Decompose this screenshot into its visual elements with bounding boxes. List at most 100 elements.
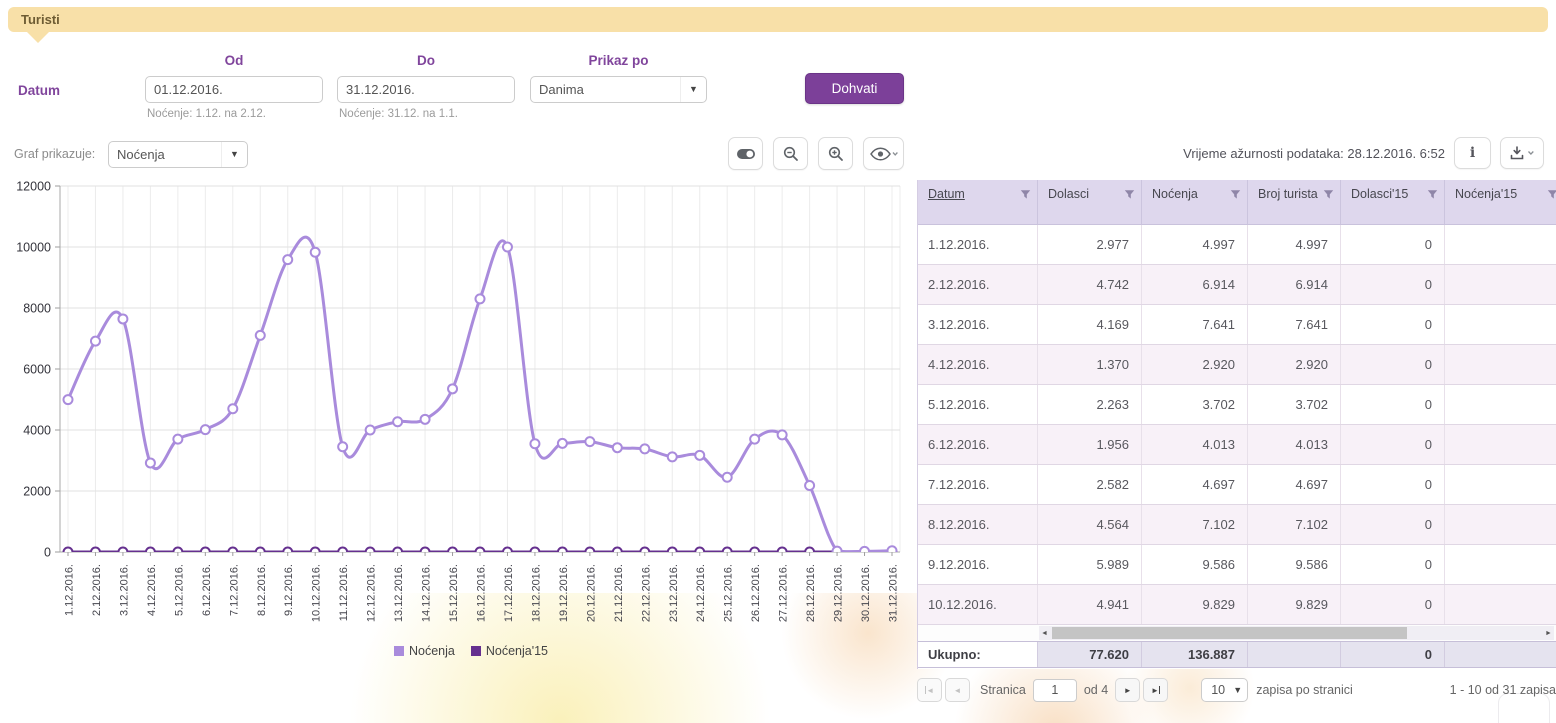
column-header-dolasci[interactable]: Dolasci <box>1038 180 1142 224</box>
cell-value: 4.742 <box>1038 265 1142 304</box>
total-value <box>1248 642 1341 667</box>
horizontal-scrollbar[interactable]: ◄ ► <box>1039 626 1554 640</box>
cell-value: 0 <box>1341 305 1445 344</box>
toggle-button[interactable] <box>728 137 763 170</box>
scroll-left-icon[interactable]: ◄ <box>1039 630 1050 637</box>
svg-text:12.12.2016.: 12.12.2016. <box>366 564 378 622</box>
column-header-datum[interactable]: Datum <box>918 180 1038 224</box>
zoom-out-icon <box>783 146 799 162</box>
table-body: 1.12.2016.2.9774.9974.99702.12.2016.4.74… <box>918 225 1556 625</box>
download-button[interactable] <box>1500 137 1544 169</box>
column-label: Noćenja <box>1152 187 1198 203</box>
prikaz-po-select[interactable]: Danima ▼ <box>530 76 707 103</box>
cell-value: 0 <box>1341 505 1445 544</box>
filter-icon[interactable] <box>1124 189 1135 203</box>
dropdown-arrow-icon: ▼ <box>1228 678 1247 702</box>
first-page-button[interactable]: ◄ <box>917 678 942 702</box>
svg-text:26.12.2016.: 26.12.2016. <box>750 564 762 622</box>
cell-value: 6.914 <box>1248 265 1341 304</box>
column-header-no-enja-15[interactable]: Noćenja'15 <box>1445 180 1556 224</box>
download-icon <box>1509 146 1535 161</box>
column-header-no-enja[interactable]: Noćenja <box>1142 180 1248 224</box>
cell-value: 3.702 <box>1248 385 1341 424</box>
cell-date: 1.12.2016. <box>918 225 1038 264</box>
data-table: Datum Dolasci Noćenja Broj turistaDolasci'1… <box>917 180 1556 669</box>
zoom-in-button[interactable] <box>818 137 853 170</box>
table-row: 7.12.2016.2.5824.6974.6970 <box>918 465 1556 505</box>
pager: ◄ ◄ Stranica od 4 ► ► 10 ▼ zapisa po str… <box>917 676 1556 704</box>
prikaz-po-label: Prikaz po <box>530 53 707 68</box>
cell-value: 3.702 <box>1142 385 1248 424</box>
total-value: 77.620 <box>1038 642 1142 667</box>
info-button[interactable]: i <box>1454 137 1491 169</box>
legend-item[interactable]: Noćenja'15 <box>471 644 548 658</box>
svg-text:20.12.2016.: 20.12.2016. <box>585 564 597 622</box>
column-header-dolasci-15[interactable]: Dolasci'15 <box>1341 180 1445 224</box>
cell-value: 6.914 <box>1142 265 1248 304</box>
scroll-right-icon[interactable]: ► <box>1543 630 1554 637</box>
cell-value: 7.641 <box>1248 305 1341 344</box>
cell-date: 9.12.2016. <box>918 545 1038 584</box>
page-size-select[interactable]: 10 ▼ <box>1201 678 1248 702</box>
scrollbar-thumb[interactable] <box>1052 627 1407 639</box>
cell-value: 0 <box>1341 585 1445 624</box>
svg-text:21.12.2016.: 21.12.2016. <box>613 564 625 622</box>
next-page-button[interactable]: ► <box>1115 678 1140 702</box>
visibility-button[interactable] <box>863 137 904 170</box>
cell-value <box>1445 345 1556 384</box>
total-value: 136.887 <box>1142 642 1248 667</box>
date-to-hint: Noćenje: 31.12. na 1.1. <box>339 108 458 120</box>
dohvati-button[interactable]: Dohvati <box>805 73 904 104</box>
column-label: Dolasci <box>1048 187 1089 203</box>
scrollbar-track[interactable] <box>1050 627 1543 639</box>
filter-icon[interactable] <box>1020 189 1031 203</box>
graf-prikazuje-select[interactable]: Noćenja ▼ <box>108 141 248 168</box>
cell-value: 1.370 <box>1038 345 1142 384</box>
svg-text:19.12.2016.: 19.12.2016. <box>558 564 570 622</box>
total-value <box>1445 642 1556 667</box>
cell-date: 10.12.2016. <box>918 585 1038 624</box>
per-page-label: zapisa po stranici <box>1256 683 1353 697</box>
dropdown-arrow-icon: ▼ <box>221 142 247 167</box>
table-row: 10.12.2016.4.9419.8299.8290 <box>918 585 1556 625</box>
cell-value: 7.102 <box>1248 505 1341 544</box>
legend-item[interactable]: Noćenja <box>394 644 455 658</box>
cell-value: 1.956 <box>1038 425 1142 464</box>
page-number-input[interactable] <box>1033 679 1077 702</box>
cell-value: 7.102 <box>1142 505 1248 544</box>
table-row: 4.12.2016.1.3702.9202.9200 <box>918 345 1556 385</box>
cell-value: 7.641 <box>1142 305 1248 344</box>
date-from-input[interactable] <box>146 77 323 102</box>
cell-value: 9.586 <box>1142 545 1248 584</box>
cell-date: 7.12.2016. <box>918 465 1038 504</box>
svg-text:18.12.2016.: 18.12.2016. <box>530 564 542 622</box>
svg-text:5.12.2016.: 5.12.2016. <box>173 564 185 616</box>
cell-value: 2.920 <box>1142 345 1248 384</box>
column-header-broj-turista[interactable]: Broj turista <box>1248 180 1341 224</box>
svg-text:10000: 10000 <box>16 241 51 255</box>
filter-icon[interactable] <box>1427 189 1438 203</box>
eye-icon <box>870 147 898 161</box>
cell-value: 0 <box>1341 545 1445 584</box>
filter-icon[interactable] <box>1323 189 1334 203</box>
column-label: Datum <box>928 187 965 203</box>
prev-page-button[interactable]: ◄ <box>945 678 970 702</box>
zoom-out-button[interactable] <box>773 137 808 170</box>
cell-date: 6.12.2016. <box>918 425 1038 464</box>
tab-turisti[interactable]: Turisti <box>8 7 1548 32</box>
svg-text:11.12.2016.: 11.12.2016. <box>338 564 350 621</box>
filter-icon[interactable] <box>1547 189 1556 203</box>
cell-value <box>1445 545 1556 584</box>
od-label: Od <box>145 53 323 68</box>
filter-icon[interactable] <box>1230 189 1241 203</box>
date-to-input[interactable] <box>338 77 515 102</box>
range-label: 1 - 10 od 31 zapisa <box>1450 683 1556 697</box>
prikaz-po-value: Danima <box>531 82 680 97</box>
line-chart[interactable]: 0200040006000800010000120001.12.2016.2.1… <box>8 178 908 640</box>
svg-text:8000: 8000 <box>23 302 51 316</box>
last-page-button[interactable]: ► <box>1143 678 1168 702</box>
svg-text:9.12.2016.: 9.12.2016. <box>283 564 295 616</box>
cell-value: 2.977 <box>1038 225 1142 264</box>
totals-row: Ukupno: 77.620136.8870 <box>918 641 1556 668</box>
graf-prikazuje-value: Noćenja <box>109 147 221 162</box>
